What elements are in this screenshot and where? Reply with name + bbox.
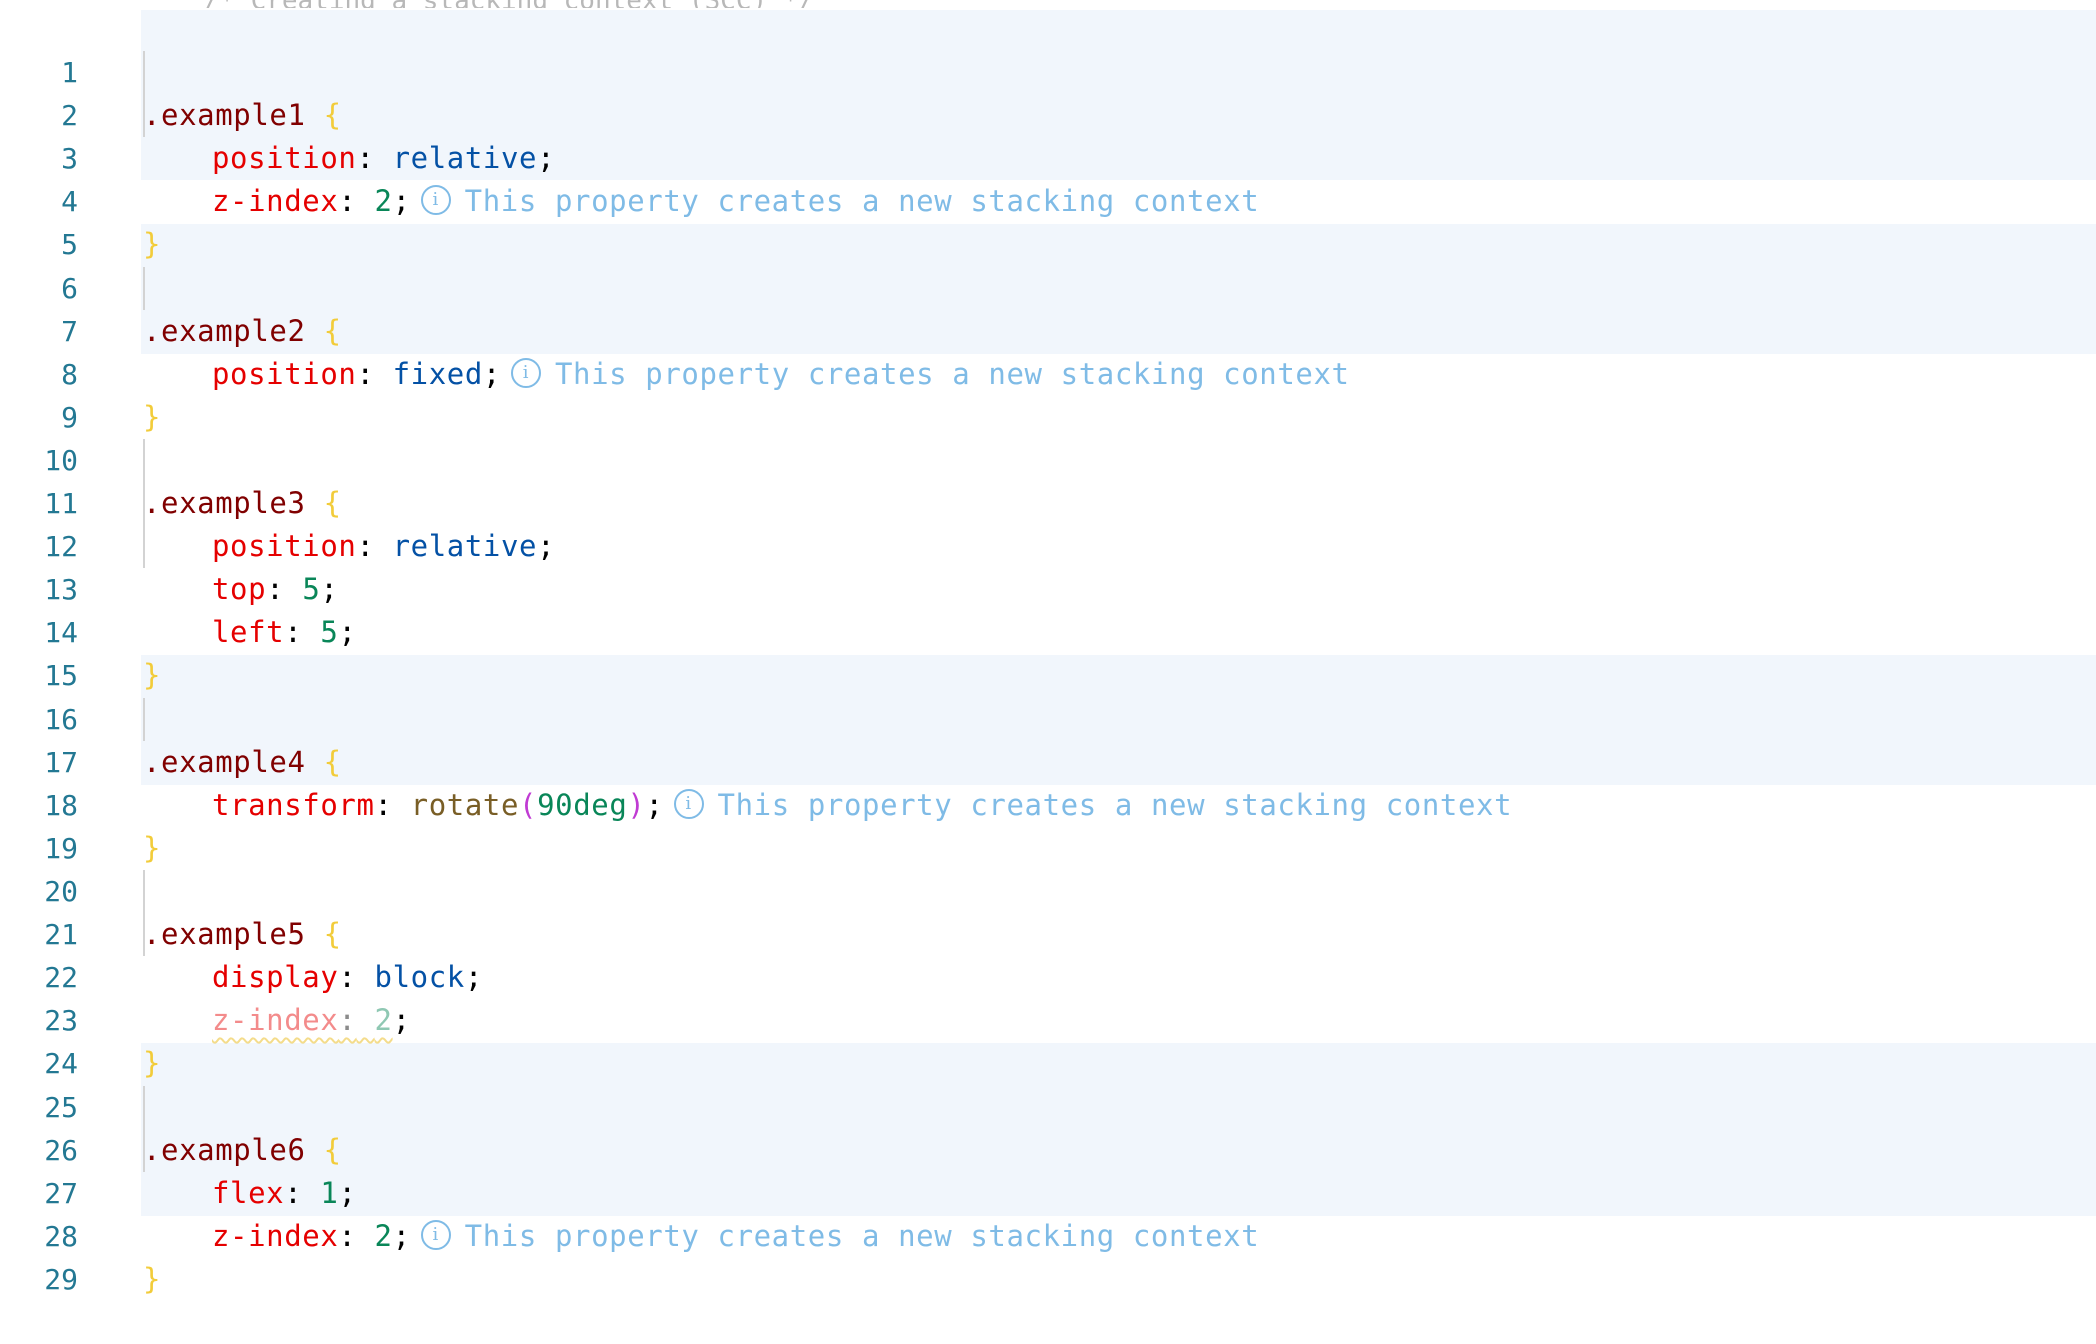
code-line[interactable]: 13 left: 5; bbox=[0, 525, 2096, 649]
code-line[interactable]: 10 .example3 { bbox=[0, 396, 2096, 520]
code-line[interactable]: 7 position: fixed; i This property creates… bbox=[0, 267, 2096, 391]
code-line[interactable]: 19 bbox=[0, 784, 2096, 865]
code-line[interactable]: 18 } bbox=[0, 741, 2096, 865]
code-line[interactable]: 22 z-index: 2; bbox=[0, 913, 2096, 1037]
code-line[interactable]: 20 .example5 { bbox=[0, 827, 2096, 951]
code-line[interactable]: 3 z-index: 2; i This property creates a ne… bbox=[0, 94, 2096, 218]
code-line[interactable]: 16 .example4 { bbox=[0, 655, 2096, 779]
code-line[interactable]: 5 bbox=[0, 180, 2096, 261]
close-brace: } bbox=[143, 1262, 162, 1296]
code-line[interactable]: 14 } bbox=[0, 568, 2096, 692]
cut-off-comment-line: /* Creating a stacking context (SCC) */ bbox=[141, 0, 814, 8]
code-line[interactable]: 23 } bbox=[0, 956, 2096, 1080]
code-line[interactable]: 8 } bbox=[0, 310, 2096, 434]
code-line[interactable]: 27 z-index: 2; i This property creates a n… bbox=[0, 1129, 2096, 1253]
code-line[interactable]: 17 transform: rotate(90deg); i This proper… bbox=[0, 698, 2096, 822]
code-line[interactable]: 28 } bbox=[0, 1172, 2096, 1296]
code-line[interactable]: 29 bbox=[0, 1215, 2096, 1296]
code-line[interactable]: 25 .example6 { bbox=[0, 1043, 2096, 1167]
code-line[interactable]: 21 display: block; bbox=[0, 870, 2096, 994]
code-line[interactable]: 2 position: relative; bbox=[0, 51, 2096, 175]
code-editor[interactable]: /* Creating a stacking context (SCC) */ … bbox=[0, 0, 2096, 1296]
code-line[interactable]: 12 top: 5; bbox=[0, 482, 2096, 606]
code-line[interactable]: 4 } bbox=[0, 137, 2096, 261]
code-line[interactable]: 6 .example2 { bbox=[0, 224, 2096, 348]
code-line[interactable]: 1 .example1 { bbox=[0, 8, 2096, 132]
code-line[interactable]: 24 bbox=[0, 999, 2096, 1080]
code-line[interactable]: 9 bbox=[0, 353, 2096, 434]
code-line[interactable]: 15 bbox=[0, 611, 2096, 692]
code-line[interactable]: 11 position: relative; bbox=[0, 439, 2096, 563]
line-number: 29 bbox=[44, 1263, 78, 1296]
code-line[interactable]: 26 flex: 1; bbox=[0, 1086, 2096, 1210]
